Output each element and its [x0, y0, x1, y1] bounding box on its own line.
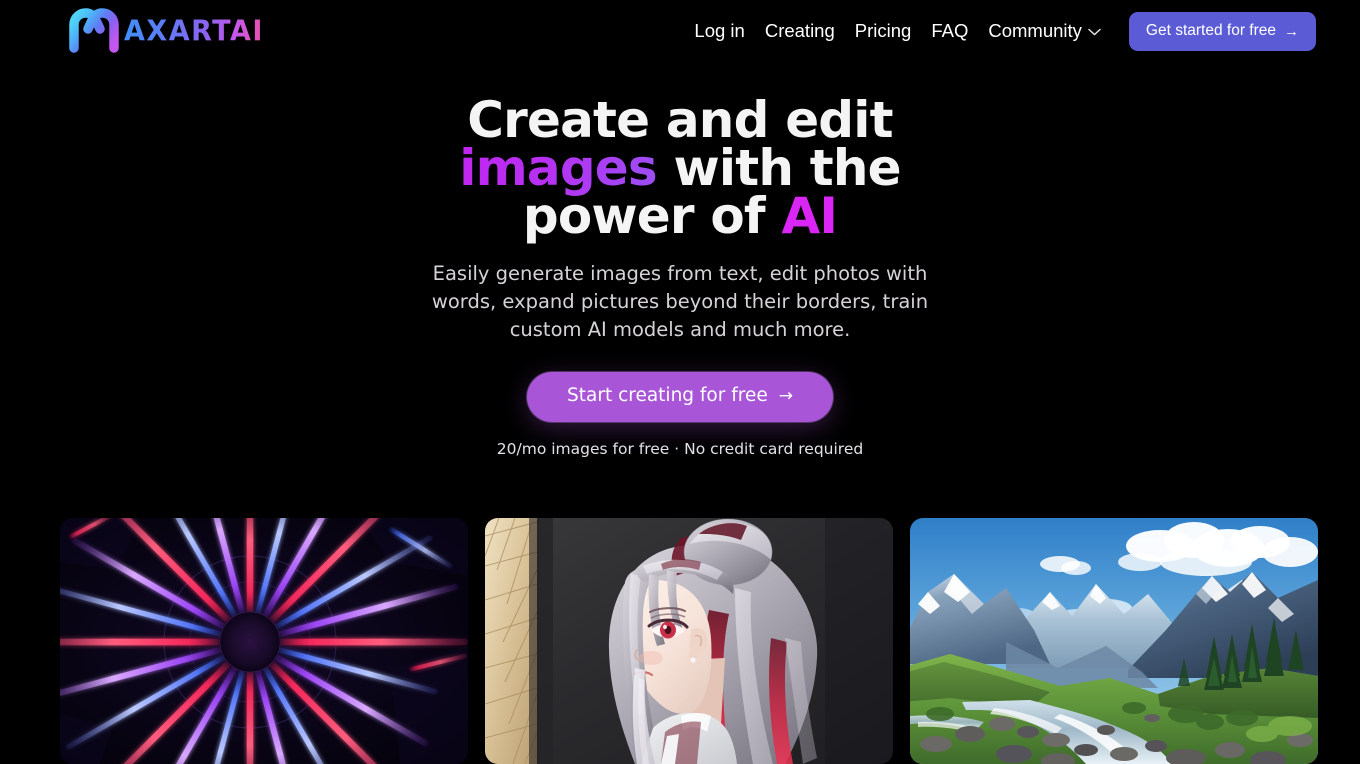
nav-link-login[interactable]: Log in	[694, 15, 754, 48]
hero-title-accent-ai: AI	[781, 187, 838, 245]
nav-dropdown-community[interactable]: Community	[978, 15, 1111, 48]
get-started-button[interactable]: Get started for free →	[1128, 12, 1316, 51]
gallery-card-anime-portrait[interactable]	[485, 518, 893, 764]
hero-cta-wrap: Start creating for free →	[0, 372, 1360, 422]
chevron-down-icon	[1088, 28, 1101, 35]
logo-m-mark-icon	[69, 8, 119, 53]
nav-dropdown-label: Community	[988, 20, 1082, 42]
main-nav: Log in Creating Pricing FAQ Community Ge…	[694, 0, 1316, 63]
earring	[690, 657, 696, 663]
nav-link-creating[interactable]: Creating	[755, 15, 845, 48]
hero-title: Create and edit images with the power of…	[445, 95, 915, 241]
gallery-card-mountain-landscape[interactable]	[910, 518, 1318, 764]
start-creating-button[interactable]: Start creating for free →	[527, 372, 833, 422]
nav-link-pricing[interactable]: Pricing	[845, 15, 922, 48]
hero-section: Create and edit images with the power of…	[0, 63, 1360, 458]
hero-cta-note: 20/mo images for free · No credit card r…	[496, 439, 864, 458]
hero-title-line3: power of	[522, 187, 782, 245]
brand-logo[interactable]: AXARTAI	[66, 6, 264, 56]
gallery-card-neon-burst[interactable]	[60, 518, 468, 764]
start-creating-label: Start creating for free	[567, 385, 768, 406]
mountain-landscape-image	[910, 518, 1318, 764]
arrow-right-icon: →	[1284, 22, 1299, 40]
site-header: AXARTAI Log in Creating Pricing FAQ Comm…	[0, 0, 1360, 63]
nav-link-faq[interactable]: FAQ	[921, 15, 978, 48]
arrow-right-icon: →	[778, 385, 793, 406]
get-started-label: Get started for free	[1145, 22, 1276, 40]
anime-portrait-image	[485, 518, 893, 764]
hero-subtitle: Easily generate images from text, edit p…	[431, 262, 929, 341]
brand-wordmark: AXARTAI	[124, 14, 264, 48]
neon-burst-image	[60, 518, 468, 764]
gold-panel	[485, 518, 539, 764]
gallery-strip	[60, 518, 1318, 764]
